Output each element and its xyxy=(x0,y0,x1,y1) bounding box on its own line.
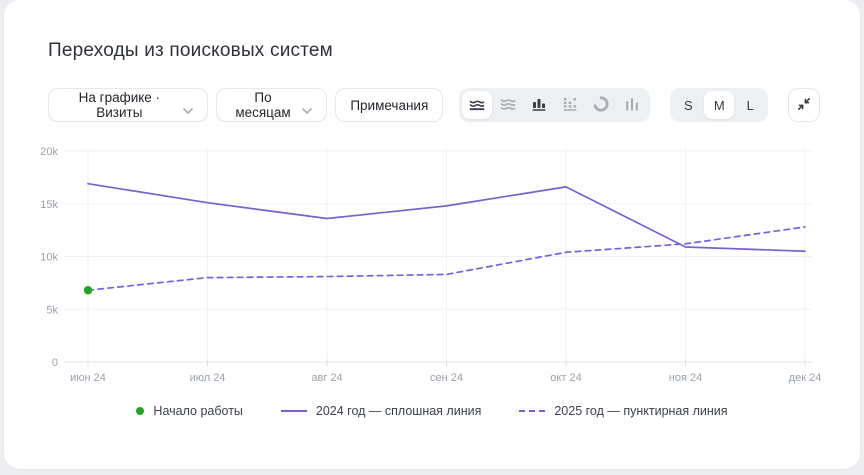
column-chart-icon xyxy=(623,95,641,116)
size-medium-button[interactable]: M xyxy=(704,91,735,119)
size-large-button[interactable]: L xyxy=(735,91,765,119)
controls-row: На графике · Визиты По месяцам Примечани… xyxy=(48,88,821,122)
size-small-button[interactable]: S xyxy=(673,91,703,119)
metric-dropdown-label: На графике · Визиты xyxy=(78,90,161,120)
period-dropdown[interactable]: По месяцам xyxy=(215,88,328,122)
chart-type-donut-button[interactable] xyxy=(586,91,616,119)
svg-text:20k: 20k xyxy=(40,146,58,158)
size-small-label: S xyxy=(683,97,693,113)
collapse-arrows-icon xyxy=(796,96,812,115)
donut-chart-icon xyxy=(592,95,610,116)
chart-type-area-button[interactable] xyxy=(493,91,523,119)
legend-annotation-label: Начало работы xyxy=(153,404,243,418)
size-medium-label: M xyxy=(713,97,725,113)
line-chart-plot[interactable]: 0 5k 10k 15k 20k июн 24 июл 24 авг 24 сен 24 окт … xyxy=(24,138,844,390)
svg-text:дек 24: дек 24 xyxy=(789,372,822,384)
chevron-down-icon xyxy=(302,102,313,114)
legend-2025-label: 2025 год — пунктирная линия xyxy=(554,404,728,418)
chevron-down-icon xyxy=(182,102,193,114)
bar-chart-icon xyxy=(530,95,548,116)
page-title: Переходы из поисковых систем xyxy=(48,40,333,61)
legend-item-annotation[interactable]: Начало работы xyxy=(136,404,243,418)
legend-2024-label: 2024 год — сплошная линия xyxy=(315,404,482,418)
svg-text:0: 0 xyxy=(52,357,58,369)
notes-button-label: Примечания xyxy=(350,97,429,113)
svg-text:авг 24: авг 24 xyxy=(311,372,342,384)
size-large-label: L xyxy=(746,97,754,113)
legend-item-2024[interactable]: 2024 год — сплошная линия xyxy=(280,404,482,418)
chart-legend: Начало работы 2024 год — сплошная линия … xyxy=(4,404,860,418)
chart-type-column-button[interactable] xyxy=(617,91,647,119)
legend-item-2025[interactable]: 2025 год — пунктирная линия xyxy=(519,404,728,418)
period-dropdown-label: По месяцам xyxy=(235,90,291,120)
dashed-line-swatch-icon xyxy=(519,410,546,412)
svg-text:июл 24: июл 24 xyxy=(190,372,226,384)
chart-size-switcher: S M L xyxy=(670,88,769,122)
svg-text:ноя 24: ноя 24 xyxy=(669,372,702,384)
svg-text:15k: 15k xyxy=(40,199,58,211)
chart-type-line-button[interactable] xyxy=(462,91,493,119)
notes-button[interactable]: Примечания xyxy=(335,88,444,122)
svg-text:июн 24: июн 24 xyxy=(70,372,106,384)
chart-type-switcher xyxy=(459,88,651,122)
svg-text:10k: 10k xyxy=(40,252,58,264)
stacked-area-chart-icon xyxy=(499,95,517,116)
chart-canvas: 0 5k 10k 15k 20k июн 24 июл 24 авг 24 сен 24 окт … xyxy=(40,146,822,384)
collapse-widget-button[interactable] xyxy=(788,88,821,122)
svg-text:5k: 5k xyxy=(46,304,58,316)
solid-line-swatch-icon xyxy=(280,410,307,412)
stacked-bar-chart-icon xyxy=(561,95,579,116)
chart-widget-card: Переходы из поисковых систем На графике … xyxy=(4,0,860,469)
metric-dropdown[interactable]: На графике · Визиты xyxy=(48,88,208,122)
chart-type-bar-button[interactable] xyxy=(524,91,554,119)
chart-type-stacked-bar-button[interactable] xyxy=(555,91,585,119)
green-dot-icon xyxy=(136,407,145,415)
svg-text:окт 24: окт 24 xyxy=(550,372,581,384)
svg-text:сен 24: сен 24 xyxy=(430,372,463,384)
line-chart-icon xyxy=(468,95,486,116)
